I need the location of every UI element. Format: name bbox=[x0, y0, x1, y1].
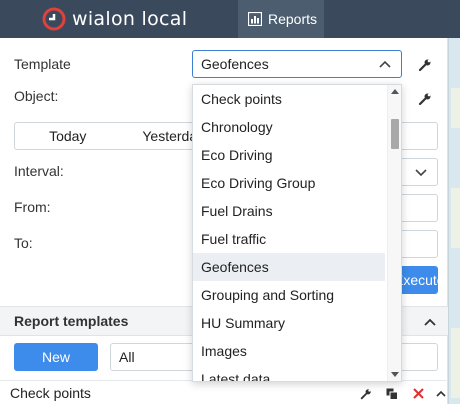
scroll-down-icon[interactable] bbox=[391, 372, 399, 377]
interval-label: Interval: bbox=[14, 163, 64, 179]
report-templates-title: Report templates bbox=[14, 313, 129, 329]
from-label: From: bbox=[14, 199, 51, 215]
map-view[interactable] bbox=[448, 38, 460, 404]
chart-icon bbox=[248, 12, 262, 26]
new-template-button[interactable]: New bbox=[14, 343, 98, 371]
wrench-icon[interactable] bbox=[360, 388, 372, 400]
dropdown-option[interactable]: HU Summary bbox=[193, 309, 385, 337]
new-template-label: New bbox=[41, 349, 70, 365]
dropdown-option[interactable]: Images bbox=[193, 337, 385, 365]
dropdown-option[interactable]: Eco Driving bbox=[193, 141, 385, 169]
template-select-value: Geofences bbox=[201, 56, 269, 72]
dropdown-option[interactable]: Latest data bbox=[193, 365, 385, 381]
template-select[interactable]: Geofences bbox=[192, 50, 402, 78]
top-bar: wialon local Reports bbox=[0, 0, 460, 38]
scroll-up-icon[interactable] bbox=[391, 89, 399, 94]
wialon-logo-icon bbox=[42, 7, 66, 31]
template-filter-value: All bbox=[119, 349, 135, 365]
dropdown-option[interactable]: Check points bbox=[193, 85, 385, 113]
dropdown-scrollbar[interactable] bbox=[387, 85, 401, 381]
app-logo[interactable]: wialon local bbox=[42, 6, 187, 32]
close-icon[interactable] bbox=[413, 388, 424, 399]
dropdown-option-selected[interactable]: Geofences bbox=[193, 253, 385, 281]
to-label: To: bbox=[14, 235, 33, 251]
wrench-icon[interactable] bbox=[418, 58, 432, 72]
template-dropdown-list: Check points Chronology Eco Driving Eco … bbox=[193, 85, 385, 381]
wrench-icon[interactable] bbox=[418, 92, 432, 106]
dropdown-option[interactable]: Chronology bbox=[193, 113, 385, 141]
dropdown-option[interactable]: Grouping and Sorting bbox=[193, 281, 385, 309]
copy-icon[interactable] bbox=[386, 388, 398, 400]
tab-reports[interactable]: Reports bbox=[238, 0, 324, 38]
logo-text: wialon local bbox=[72, 8, 188, 30]
table-row[interactable]: Check points bbox=[0, 380, 448, 404]
template-row-name: Check points bbox=[10, 385, 91, 401]
tab-reports-label: Reports bbox=[268, 11, 318, 27]
dropdown-option[interactable]: Fuel Drains bbox=[193, 197, 385, 225]
chevron-up-icon[interactable] bbox=[436, 390, 446, 397]
dropdown-option[interactable]: Fuel traffic bbox=[193, 225, 385, 253]
template-dropdown[interactable]: Check points Chronology Eco Driving Eco … bbox=[192, 84, 402, 382]
dropdown-option[interactable]: Eco Driving Group bbox=[193, 169, 385, 197]
scrollbar-thumb[interactable] bbox=[391, 119, 399, 149]
template-label: Template bbox=[14, 56, 71, 72]
chevron-down-icon bbox=[415, 169, 427, 177]
period-today[interactable]: Today bbox=[15, 123, 121, 149]
object-label: Object: bbox=[14, 88, 59, 104]
chevron-up-icon[interactable] bbox=[424, 318, 436, 326]
chevron-up-icon bbox=[379, 60, 391, 68]
